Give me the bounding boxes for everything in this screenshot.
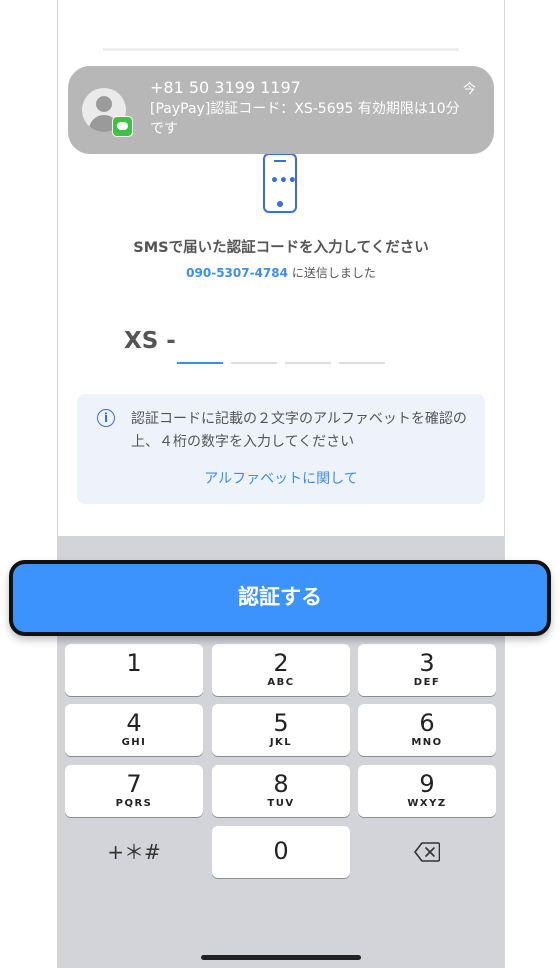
info-box: i 認証コードに記載の２文字のアルファベットを確認の上、４桁の数字を入力してくだ… bbox=[77, 394, 485, 504]
key-7[interactable]: 7 PQRS bbox=[65, 765, 203, 817]
code-digit-2-input[interactable] bbox=[231, 362, 277, 364]
messages-icon bbox=[112, 116, 133, 137]
key-9[interactable]: 9 WXYZ bbox=[358, 765, 496, 817]
phone-illustration-icon: ••• bbox=[263, 153, 297, 213]
key-5[interactable]: 5 JKL bbox=[212, 704, 350, 756]
code-prefix: XS - bbox=[124, 328, 176, 354]
code-digit-4-input[interactable] bbox=[339, 362, 385, 364]
key-1[interactable]: 1 bbox=[65, 644, 203, 696]
delete-key[interactable] bbox=[358, 826, 496, 878]
alphabet-help-link[interactable]: アルファベットに関して bbox=[77, 468, 485, 488]
verify-button[interactable]: 認証する bbox=[9, 560, 551, 636]
home-indicator bbox=[201, 955, 361, 960]
notification-sender: +81 50 3199 1197 bbox=[150, 78, 301, 97]
key-8[interactable]: 8 TUV bbox=[212, 765, 350, 817]
key-symbols[interactable]: +＊# bbox=[65, 826, 203, 878]
info-text: 認証コードに記載の２文字のアルファベットを確認の上、４桁の数字を入力してください bbox=[131, 411, 467, 450]
sms-notification[interactable]: +81 50 3199 1197 今 [PayPay]認証コード：XS-5695… bbox=[68, 66, 494, 154]
verify-button-label: 認証する bbox=[238, 585, 322, 609]
info-icon: i bbox=[97, 409, 115, 427]
key-3[interactable]: 3 DEF bbox=[358, 644, 496, 696]
backspace-icon bbox=[414, 842, 440, 862]
phone-screen: ••• SMSで届いた認証コードを入力してください 090-5307-4784 … bbox=[57, 0, 505, 968]
notification-body: [PayPay]認証コード：XS-5695 有効期限は10分です bbox=[150, 101, 460, 137]
key-2[interactable]: 2 ABC bbox=[212, 644, 350, 696]
page-title: SMSで届いた認証コードを入力してください bbox=[133, 240, 429, 256]
key-4[interactable]: 4 GHI bbox=[65, 704, 203, 756]
code-digit-3-input[interactable] bbox=[285, 362, 331, 364]
sent-suffix: に送信しました bbox=[291, 266, 376, 280]
key-6[interactable]: 6 MNO bbox=[358, 704, 496, 756]
phone-number-link[interactable]: 090-5307-4784 bbox=[186, 266, 288, 280]
notification-time: 今 bbox=[462, 82, 476, 97]
code-digit-1-input[interactable] bbox=[177, 362, 223, 364]
sent-to-text: 090-5307-4784 に送信しました bbox=[58, 264, 504, 281]
divider bbox=[103, 48, 459, 51]
key-0[interactable]: 0 bbox=[212, 826, 350, 878]
